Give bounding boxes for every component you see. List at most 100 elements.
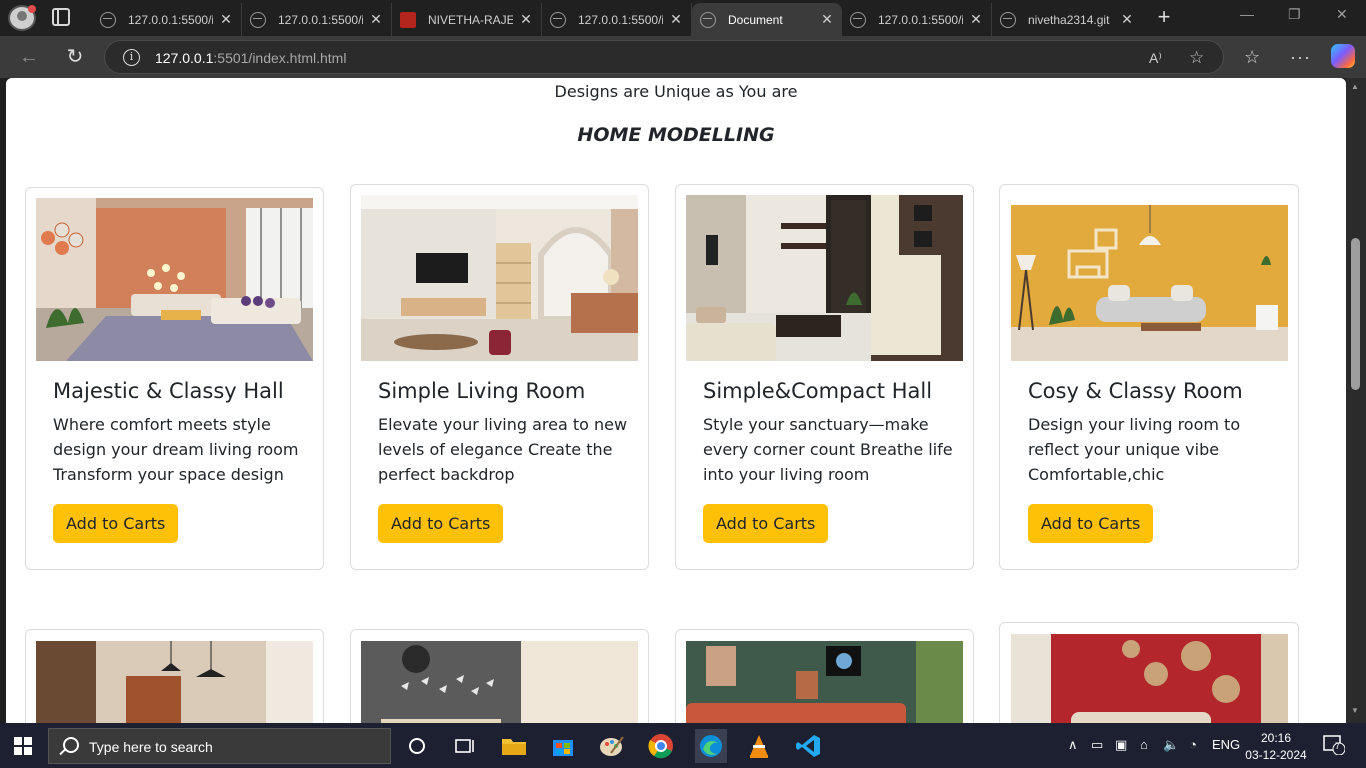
add-to-cart-button[interactable]: Add to Carts <box>703 504 829 543</box>
tab-label: Document <box>728 12 783 27</box>
close-tab-icon[interactable]: ✕ <box>369 11 383 28</box>
card-image <box>1011 634 1288 723</box>
more-menu-icon[interactable]: ··· <box>1290 46 1311 68</box>
scroll-up-icon[interactable]: ▲ <box>1351 82 1359 91</box>
card-image <box>361 641 638 723</box>
globe-icon <box>850 11 866 28</box>
page-scrollbar[interactable]: ▲ ▼ <box>1346 78 1366 723</box>
vlc-icon[interactable] <box>744 731 774 761</box>
tab-actions-icon[interactable] <box>52 8 70 26</box>
url-path: :5501/index.html.html <box>213 50 347 66</box>
card-description: Design your living room to reflect your … <box>1028 415 1241 484</box>
vscode-icon[interactable] <box>794 731 824 761</box>
chrome-icon[interactable] <box>646 731 676 761</box>
product-card <box>350 629 649 723</box>
product-card: Cosy & Classy Room Design your living ro… <box>999 184 1299 570</box>
browser-tab[interactable]: NIVETHA-RAJEN ✕ <box>392 3 542 36</box>
reload-icon[interactable]: ↻ <box>63 45 87 69</box>
copilot-icon[interactable] <box>1331 44 1355 68</box>
globe-icon <box>550 11 566 28</box>
wifi-icon[interactable]: ◔ <box>1189 737 1197 752</box>
close-tab-icon[interactable]: ✕ <box>969 11 983 28</box>
card-description: Elevate your living area to new levels o… <box>378 415 628 484</box>
globe-icon <box>100 11 116 28</box>
paint-app-icon[interactable] <box>597 731 627 761</box>
add-to-cart-button[interactable]: Add to Carts <box>1028 504 1154 543</box>
card-title: Simple&Compact Hall <box>703 379 933 403</box>
read-aloud-icon[interactable]: A⁾ <box>1149 50 1162 67</box>
card-title: Simple Living Room <box>378 379 586 403</box>
pdf-icon <box>400 11 416 28</box>
product-card <box>25 629 324 723</box>
section-title: HOME MODELLING <box>577 124 775 146</box>
browser-tab-active[interactable]: Document ✕ <box>692 3 842 36</box>
minimize-icon[interactable]: — <box>1240 6 1254 22</box>
favorite-star-icon[interactable]: ☆ <box>1189 48 1204 68</box>
tagline: Designs are Unique as You are <box>554 82 798 101</box>
new-tab-icon[interactable]: + <box>1152 4 1176 30</box>
meet-now-icon[interactable]: ⌂ <box>1140 737 1148 752</box>
close-tab-icon[interactable]: ✕ <box>820 11 834 28</box>
card-title: Cosy & Classy Room <box>1028 379 1243 403</box>
cortana-icon[interactable] <box>404 731 434 761</box>
globe-icon <box>250 11 266 28</box>
file-explorer-icon[interactable] <box>499 731 529 761</box>
add-to-cart-button[interactable]: Add to Carts <box>53 504 179 543</box>
clock[interactable]: 20:16 03-12-2024 <box>1236 730 1316 764</box>
tab-label: 127.0.0.1:5500/i <box>278 12 363 27</box>
close-window-icon[interactable]: ✕ <box>1336 6 1348 23</box>
tab-label: 127.0.0.1:5500/i <box>878 12 963 27</box>
show-hidden-icons-icon[interactable]: ∧ <box>1068 737 1078 753</box>
volume-icon[interactable]: 🔈 <box>1163 737 1179 753</box>
card-image <box>1011 205 1288 361</box>
close-tab-icon[interactable]: ✕ <box>1120 11 1134 28</box>
card-image <box>36 198 313 361</box>
display-icon[interactable]: ▣ <box>1115 737 1127 753</box>
task-view-icon[interactable] <box>450 731 480 761</box>
close-tab-icon[interactable]: ✕ <box>519 11 533 28</box>
windows-start-icon[interactable] <box>14 737 32 755</box>
browser-tab[interactable]: 127.0.0.1:5500/i ✕ <box>842 3 992 36</box>
address-bar[interactable]: i 127.0.0.1:5501/index.html.html A⁾ ☆ <box>104 40 1224 74</box>
browser-tab[interactable]: 127.0.0.1:5500/i ✕ <box>242 3 392 36</box>
scroll-down-icon[interactable]: ▼ <box>1351 706 1359 715</box>
clock-time: 20:16 <box>1260 731 1292 745</box>
notification-count: 7 <box>1335 741 1341 751</box>
notification-dot <box>28 5 36 13</box>
profile-avatar-icon[interactable] <box>8 5 36 31</box>
card-image <box>686 195 963 361</box>
site-info-icon[interactable]: i <box>123 49 140 66</box>
microsoft-store-icon[interactable] <box>548 731 578 761</box>
browser-tab[interactable]: 127.0.0.1:5500/i ✕ <box>542 3 692 36</box>
product-card: Simple&Compact Hall Style your sanctuary… <box>675 184 974 570</box>
restore-icon[interactable]: ❐ <box>1288 6 1301 23</box>
card-image <box>36 641 313 723</box>
battery-icon[interactable]: ▭ <box>1091 737 1103 753</box>
search-placeholder: Type here to search <box>89 739 213 755</box>
product-card: Simple Living Room Elevate your living a… <box>350 184 649 570</box>
favorites-icon[interactable]: ☆ <box>1244 46 1260 68</box>
scroll-thumb[interactable] <box>1351 238 1360 390</box>
globe-icon <box>1000 11 1016 28</box>
tab-label: NIVETHA-RAJEN <box>428 12 513 27</box>
url-host: 127.0.0.1 <box>155 50 214 66</box>
card-image <box>361 195 638 361</box>
edge-icon[interactable] <box>695 729 727 763</box>
browser-toolbar: ← ↻ i 127.0.0.1:5501/index.html.html A⁾ … <box>0 36 1366 78</box>
globe-icon <box>700 11 716 28</box>
back-icon[interactable]: ← <box>17 45 41 69</box>
notifications-icon[interactable]: 7 <box>1323 735 1346 758</box>
close-tab-icon[interactable]: ✕ <box>669 11 683 28</box>
windows-taskbar: Type here to search ∧ ▭ ▣ ⌂ 🔈 ◔ ENG 20:1… <box>0 723 1366 768</box>
tab-label: 127.0.0.1:5500/i <box>128 12 213 27</box>
card-title: Majestic & Classy Hall <box>53 379 284 403</box>
browser-tab[interactable]: nivetha2314.git ✕ <box>992 3 1142 36</box>
tab-label: nivetha2314.git <box>1028 12 1110 27</box>
close-tab-icon[interactable]: ✕ <box>219 11 233 28</box>
browser-tab-strip: 127.0.0.1:5500/i ✕ 127.0.0.1:5500/i ✕ NI… <box>0 0 1366 36</box>
browser-tab[interactable]: 127.0.0.1:5500/i ✕ <box>92 3 242 36</box>
taskbar-search-box[interactable]: Type here to search <box>48 728 391 764</box>
add-to-cart-button[interactable]: Add to Carts <box>378 504 504 543</box>
product-card <box>999 622 1299 723</box>
url-text[interactable]: 127.0.0.1:5501/index.html.html <box>155 50 346 66</box>
